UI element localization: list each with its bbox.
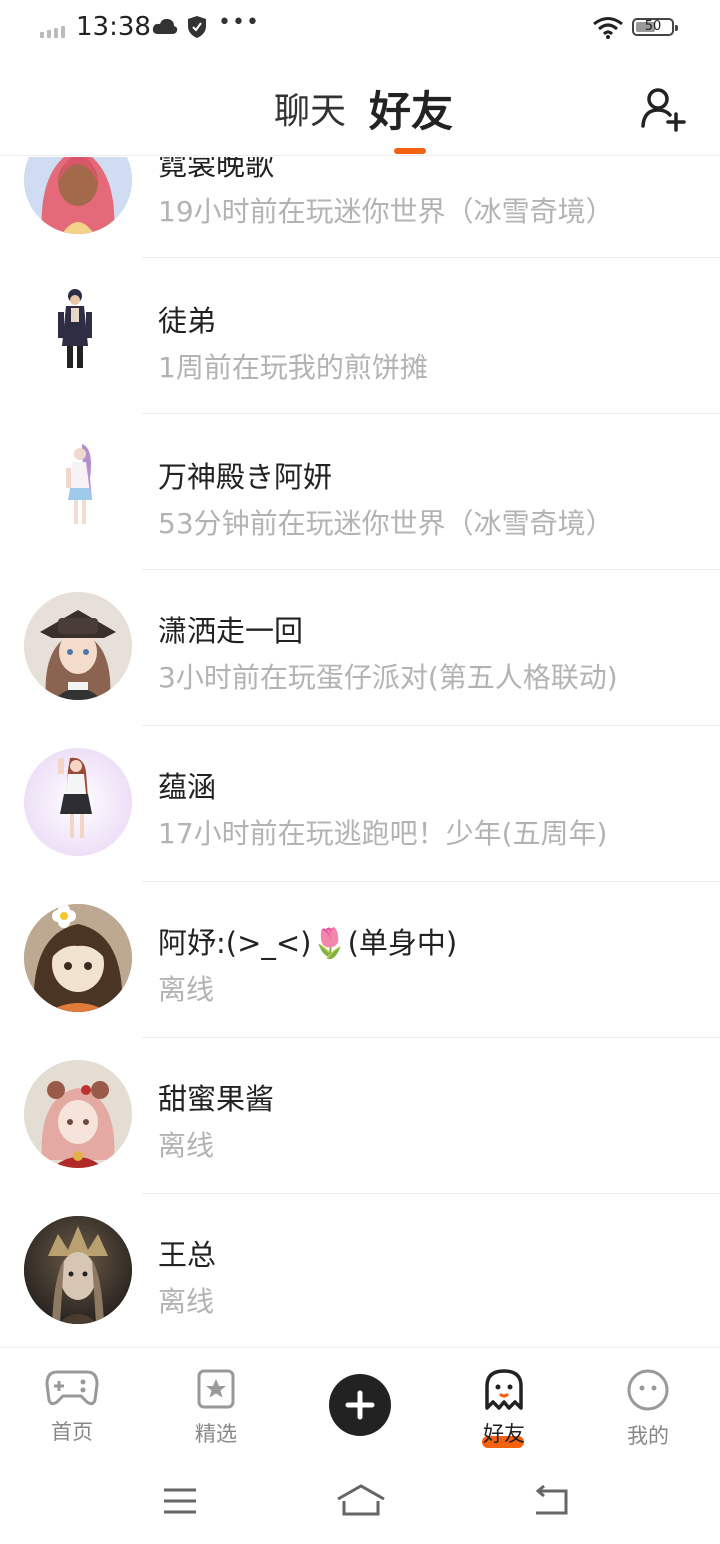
- active-tab-indicator: [394, 148, 426, 154]
- nav-home-label: 首页: [51, 1420, 93, 1444]
- friend-status: 离线: [158, 1129, 215, 1162]
- nav-mine[interactable]: 我的: [598, 1368, 698, 1450]
- friend-status: 3小时前在玩蛋仔派对(第五人格联动): [158, 661, 618, 694]
- add-friend-icon[interactable]: [640, 86, 686, 132]
- friend-item[interactable]: 霓裳晚歌 19小时前在玩迷你世界（冰雪奇境）: [0, 157, 720, 258]
- friend-item[interactable]: 潇洒走一回 3小时前在玩蛋仔派对(第五人格联动): [0, 570, 720, 726]
- gamepad-icon: [45, 1370, 99, 1406]
- top-header: 聊天 好友: [0, 60, 720, 156]
- star-bookmark-icon: [197, 1369, 235, 1409]
- bottom-nav: 首页 精选 好友 我的: [0, 1347, 720, 1457]
- friend-item[interactable]: 阿妤:(>_<)🌷(单身中) 离线: [0, 882, 720, 1038]
- friend-name: 潇洒走一回: [158, 614, 304, 648]
- friend-status: 17小时前在玩逃跑吧！少年(五周年): [158, 817, 608, 850]
- nav-featured[interactable]: 精选: [166, 1368, 266, 1448]
- friend-item[interactable]: 甜蜜果酱 离线: [0, 1038, 720, 1194]
- friend-status: 离线: [158, 1285, 215, 1318]
- back-icon[interactable]: [530, 1485, 570, 1517]
- avatar: [24, 748, 132, 856]
- system-nav-bar: [0, 1457, 720, 1544]
- friend-list: 霓裳晚歌 19小时前在玩迷你世界（冰雪奇境） 徒弟 1周前在玩我的煎饼摊 万神殿…: [0, 157, 720, 1347]
- wifi-icon: [593, 17, 623, 39]
- friend-status: 53分钟前在玩迷你世界（冰雪奇境）: [158, 507, 614, 540]
- shield-icon: [188, 16, 206, 38]
- friend-item[interactable]: 王总 离线: [0, 1194, 720, 1347]
- friend-name: 蕴涵: [158, 770, 217, 804]
- more-dots-icon: •••: [218, 10, 260, 35]
- friend-name: 王总: [158, 1238, 217, 1272]
- friend-name: 霓裳晚歌: [158, 157, 275, 182]
- status-bar: 13:38 ••• 50: [0, 0, 720, 60]
- tab-friends[interactable]: 好友: [369, 78, 453, 139]
- avatar: [24, 438, 132, 546]
- friend-item[interactable]: 万神殿き阿妍 53分钟前在玩迷你世界（冰雪奇境）: [0, 414, 720, 570]
- cloud-icon: [152, 18, 178, 34]
- friend-item[interactable]: 徒弟 1周前在玩我的煎饼摊: [0, 258, 720, 414]
- menu-icon[interactable]: [162, 1487, 198, 1515]
- ghost-icon: [485, 1369, 523, 1410]
- nav-friends-label: 好友: [454, 1418, 554, 1448]
- friend-status: 19小时前在玩迷你世界（冰雪奇境）: [158, 195, 614, 228]
- avatar: [24, 282, 132, 390]
- avatar: [24, 157, 132, 234]
- create-button[interactable]: [329, 1374, 391, 1436]
- avatar: [24, 904, 132, 1012]
- friend-name: 徒弟: [158, 304, 217, 338]
- home-icon[interactable]: [336, 1483, 386, 1517]
- avatar: [24, 592, 132, 700]
- avatar: [24, 1060, 132, 1168]
- plus-icon: [345, 1390, 375, 1420]
- friend-name: 甜蜜果酱: [158, 1082, 275, 1116]
- status-time: 13:38: [76, 12, 151, 42]
- friend-item[interactable]: 蕴涵 17小时前在玩逃跑吧！少年(五周年): [0, 726, 720, 882]
- tab-chat[interactable]: 聊天: [274, 82, 346, 134]
- smiley-face-icon: [627, 1369, 669, 1411]
- nav-friends-text: 好友: [483, 1422, 525, 1446]
- signal-icon: [40, 26, 65, 38]
- avatar: [24, 1216, 132, 1324]
- friend-status: 离线: [158, 973, 215, 1006]
- battery-level: 50: [644, 19, 662, 34]
- nav-friends[interactable]: 好友: [454, 1368, 554, 1448]
- nav-featured-label: 精选: [195, 1422, 237, 1446]
- battery-icon: 50: [632, 18, 678, 36]
- nav-mine-label: 我的: [627, 1424, 669, 1448]
- nav-home[interactable]: 首页: [22, 1368, 122, 1446]
- friend-status: 1周前在玩我的煎饼摊: [158, 351, 428, 384]
- friend-name: 阿妤:(>_<)🌷(单身中): [158, 926, 458, 960]
- friend-name: 万神殿き阿妍: [158, 460, 333, 494]
